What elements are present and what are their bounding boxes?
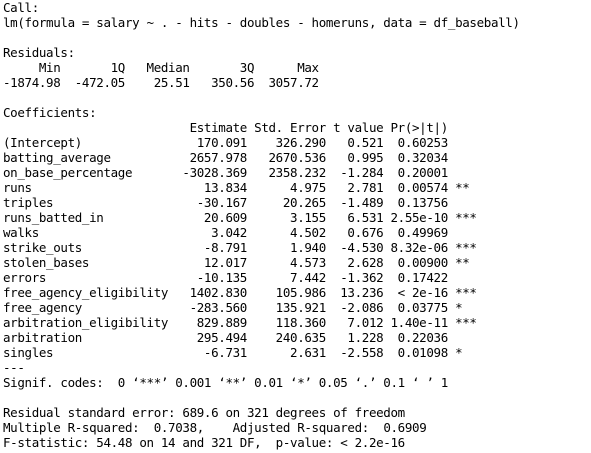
coefficient-row: stolen_bases 12.017 4.573 2.628 0.00900 …	[3, 255, 477, 270]
coefficient-row: free_agency_eligibility 1402.830 105.986…	[3, 285, 477, 300]
call-header: Call:	[3, 0, 39, 15]
coefficient-row: batting_average 2657.978 2670.536 0.995 …	[3, 150, 477, 165]
coefficient-row: errors -10.135 7.442 -1.362 0.17422	[3, 270, 477, 285]
r-squared-summary: Multiple R-squared: 0.7038, Adjusted R-s…	[3, 420, 434, 435]
residual-std-error: Residual standard error: 689.6 on 321 de…	[3, 405, 405, 420]
coefficient-row: strike_outs -8.791 1.940 -4.530 8.32e-06…	[3, 240, 477, 255]
coefficient-row: (Intercept) 170.091 326.290 0.521 0.6025…	[3, 135, 477, 150]
residuals-header: Residuals:	[3, 45, 75, 60]
residuals-values: -1874.98 -472.05 25.51 350.56 3057.72	[3, 75, 326, 90]
coefficient-row: walks 3.042 4.502 0.676 0.49969	[3, 225, 477, 240]
coefficients-columns: Estimate Std. Error t value Pr(>|t|)	[3, 120, 477, 135]
coefficient-row: on_base_percentage -3028.369 2358.232 -1…	[3, 165, 477, 180]
coefficient-row: arbitration 295.494 240.635 1.228 0.2203…	[3, 330, 477, 345]
coefficient-row: singles -6.731 2.631 -2.558 0.01098 *	[3, 345, 477, 360]
coefficient-row: runs_batted_in 20.609 3.155 6.531 2.55e-…	[3, 210, 477, 225]
coefficient-row: runs 13.834 4.975 2.781 0.00574 **	[3, 180, 477, 195]
r-console-output: Call: lm(formula = salary ~ . - hits - d…	[0, 0, 591, 453]
separator-line: ---	[3, 360, 25, 375]
coefficient-row: triples -30.167 20.265 -1.489 0.13756	[3, 195, 477, 210]
f-statistic-summary: F-statistic: 54.48 on 14 and 321 DF, p-v…	[3, 435, 405, 450]
signif-codes: Signif. codes: 0 ‘***’ 0.001 ‘**’ 0.01 ‘…	[3, 375, 448, 390]
coefficients-header: Coefficients:	[3, 105, 97, 120]
coefficient-row: arbitration_eligibility 829.889 118.360 …	[3, 315, 477, 330]
call-formula: lm(formula = salary ~ . - hits - doubles…	[3, 15, 520, 30]
residuals-labels: Min 1Q Median 3Q Max	[3, 60, 326, 75]
coefficient-row: free_agency -283.560 135.921 -2.086 0.03…	[3, 300, 477, 315]
